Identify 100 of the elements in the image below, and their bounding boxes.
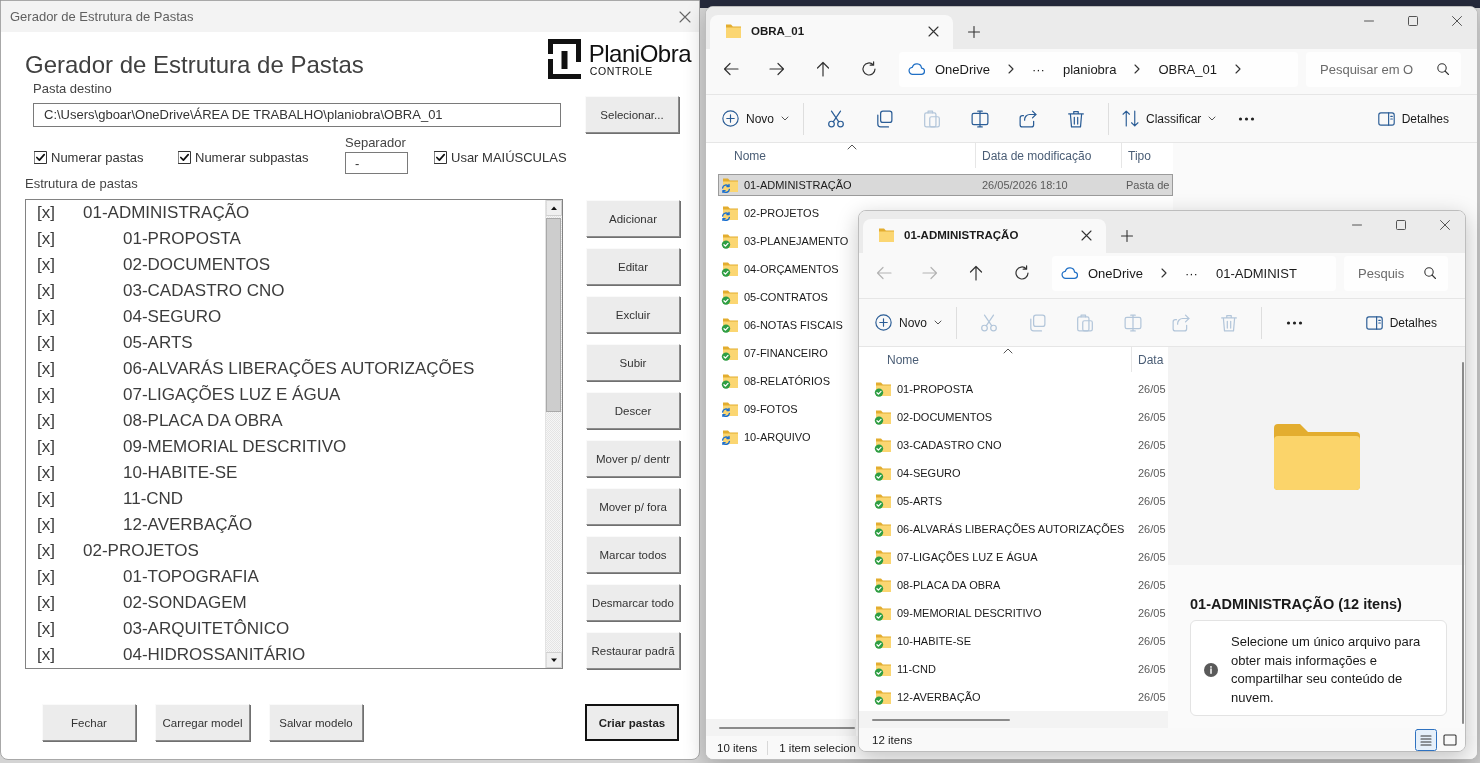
share-arrow-icon[interactable] — [1019, 109, 1037, 128]
maximize-icon[interactable] — [1408, 16, 1418, 26]
close-icon[interactable] — [679, 10, 691, 23]
action-button[interactable]: Mover p/ fora — [586, 488, 680, 525]
address-bar[interactable]: OneDrive ··· 01-ADMINIST — [1052, 255, 1336, 291]
folder-row[interactable]: 11-CND 26/05 — [871, 658, 1168, 680]
separator-field[interactable]: - — [345, 152, 408, 174]
scrollbar-thumb[interactable] — [719, 726, 855, 729]
folder-row[interactable]: 01-ADMINISTRAÇÃO 26/05/2026 18:10 Pasta de — [718, 174, 1173, 196]
column-header[interactable]: Data de modificação — [982, 148, 1092, 163]
folder-row[interactable]: 09-MEMORIAL DESCRITIVO 26/05 — [871, 602, 1168, 624]
folder-name[interactable]: 12-AVERBAÇÃO — [123, 515, 253, 535]
folder-name[interactable]: 01-PROPOSTA — [123, 229, 241, 249]
folder-row[interactable]: 02-DOCUMENTOS 26/05 — [871, 406, 1168, 428]
folder-name[interactable]: 02-PROJETOS — [83, 541, 199, 561]
action-button[interactable]: Mover p/ dentr — [586, 440, 680, 477]
address-bar[interactable]: OneDrive ··· planiobra OBRA_01 — [899, 51, 1298, 87]
checkbox[interactable] — [434, 150, 447, 164]
refresh-icon[interactable] — [861, 61, 877, 77]
trash-icon[interactable] — [1067, 109, 1085, 128]
new-button[interactable]: Novo — [717, 102, 795, 135]
footer-button[interactable]: Carregar model — [155, 704, 250, 741]
checkbox[interactable] — [34, 150, 47, 164]
action-button[interactable]: Subir — [586, 344, 680, 381]
folder-name[interactable]: 11-CND — [123, 489, 184, 509]
action-button[interactable]: Adicionar — [586, 200, 680, 237]
folder-row[interactable]: 08-RELATÓRIOS — [718, 370, 834, 392]
folder-row[interactable]: 03-PLANEJAMENTO — [718, 230, 853, 252]
footer-button[interactable]: Fechar — [42, 704, 136, 741]
folder-row[interactable]: 07-LIGAÇÕES LUZ E ÁGUA 26/05 — [871, 546, 1168, 568]
folder-row[interactable]: 10-HABITE-SE 26/05 — [871, 630, 1168, 652]
folder-row[interactable]: 04-ORÇAMENTOS — [718, 258, 843, 280]
breadcrumb[interactable]: OneDrive — [1088, 265, 1143, 281]
breadcrumb[interactable]: OBRA_01 — [1158, 61, 1217, 77]
folder-name[interactable]: 04-SEGURO — [123, 307, 222, 327]
close-icon[interactable] — [1081, 229, 1092, 241]
breadcrumb[interactable]: 01-ADMINIST — [1215, 265, 1297, 281]
new-button[interactable]: Novo — [870, 306, 948, 339]
folder-name[interactable]: 06-ALVARÁS LIBERAÇÕES AUTORIZAÇÕES — [123, 359, 475, 379]
folder-name[interactable]: 02-SONDAGEM — [123, 593, 247, 613]
folder-row[interactable]: 06-NOTAS FISCAIS — [718, 314, 847, 336]
close-icon[interactable] — [1440, 220, 1450, 230]
plus-icon[interactable] — [1121, 230, 1133, 242]
folder-row[interactable]: 09-FOTOS — [718, 398, 802, 420]
folder-row[interactable]: 10-ARQUIVO — [718, 426, 815, 448]
folder-row[interactable]: 08-PLACA DA OBRA 26/05 — [871, 574, 1168, 596]
folder-row[interactable]: 02-PROJETOS — [718, 202, 823, 224]
folder-name[interactable]: 04-HIDROSSANITÁRIO — [123, 645, 306, 665]
action-button[interactable]: Desmarcar todo — [586, 584, 680, 621]
column-header[interactable]: Nome — [887, 352, 919, 367]
footer-button[interactable]: Salvar modelo — [269, 704, 363, 741]
folder-name[interactable]: 01-ADMINISTRAÇÃO — [83, 203, 250, 223]
right-arrow-icon[interactable] — [769, 61, 785, 77]
folder-name[interactable]: 02-DOCUMENTOS — [123, 255, 271, 275]
column-header[interactable]: Tipo — [1128, 148, 1151, 163]
tab[interactable]: 01-ADMINISTRAÇÃO — [863, 219, 1106, 253]
action-button[interactable]: Descer — [586, 392, 680, 429]
folder-name[interactable]: 05-ARTS — [123, 333, 193, 353]
copy-icon[interactable] — [875, 109, 893, 128]
column-header[interactable]: Data — [1138, 352, 1164, 367]
scrollbar-thumb[interactable] — [546, 218, 561, 412]
left-arrow-icon[interactable] — [723, 61, 739, 77]
folder-name[interactable]: 08-PLACA DA OBRA — [123, 411, 283, 431]
folder-row[interactable]: 01-PROPOSTA 26/05 — [871, 378, 1168, 400]
folder-row[interactable]: 07-FINANCEIRO — [718, 342, 832, 364]
folder-row[interactable]: 04-SEGURO 26/05 — [871, 462, 1168, 484]
folder-name[interactable]: 01-TOPOGRAFIA — [123, 567, 259, 587]
close-icon[interactable] — [1452, 16, 1462, 26]
ellipsis-icon[interactable] — [1237, 116, 1255, 121]
breadcrumb[interactable]: planiobra — [1062, 61, 1117, 77]
folder-row[interactable]: 06-ALVARÁS LIBERAÇÕES AUTORIZAÇÕES 26/05 — [871, 518, 1168, 540]
folder-name[interactable]: 03-ARQUITETÔNICO — [123, 619, 290, 639]
scrollbar-thumb[interactable] — [872, 718, 1010, 721]
column-header[interactable]: Nome — [734, 148, 766, 163]
folder-row[interactable]: 05-ARTS 26/05 — [871, 490, 1168, 512]
folder-name[interactable]: 03-CADASTRO CNO — [123, 281, 285, 301]
scrollbar-thumb[interactable] — [1462, 362, 1464, 724]
default-button[interactable]: Criar pastas — [585, 704, 679, 741]
details-button[interactable]: Detalhes — [1372, 102, 1455, 135]
folder-row[interactable]: 12-AVERBAÇÃO 26/05 — [871, 686, 1168, 708]
plus-icon[interactable] — [968, 26, 980, 38]
details-button[interactable]: Detalhes — [1360, 306, 1443, 339]
path-field[interactable]: C:\Users\gboar\OneDrive\ÁREA DE TRABALHO\planiobra\OBRA_01 — [33, 102, 561, 127]
folder-row[interactable]: 03-CADASTRO CNO 26/05 — [871, 434, 1168, 456]
tab[interactable]: OBRA_01 — [710, 15, 953, 49]
folder-row[interactable]: 05-CONTRATOS — [718, 286, 832, 308]
maximize-icon[interactable] — [1396, 220, 1406, 230]
search-field[interactable]: Pesquisar em O — [1306, 51, 1461, 87]
folder-name[interactable]: 07-LIGAÇÕES LUZ E ÁGUA — [123, 385, 341, 405]
breadcrumb[interactable]: OneDrive — [935, 61, 990, 77]
action-button[interactable]: Restaurar padrã — [586, 632, 680, 669]
up-arrow-icon[interactable] — [815, 61, 831, 77]
breadcrumb[interactable]: ··· — [1031, 61, 1045, 77]
folder-name[interactable]: 10-HABITE-SE — [123, 463, 238, 483]
text-box-icon[interactable] — [971, 109, 989, 128]
select-button[interactable]: Selecionar... — [585, 96, 679, 133]
search-field[interactable]: Pesquis — [1344, 255, 1448, 291]
list-view-icon[interactable] — [1415, 728, 1437, 751]
sort-button[interactable]: Classificar — [1117, 102, 1223, 135]
scissors-icon[interactable] — [827, 109, 845, 128]
